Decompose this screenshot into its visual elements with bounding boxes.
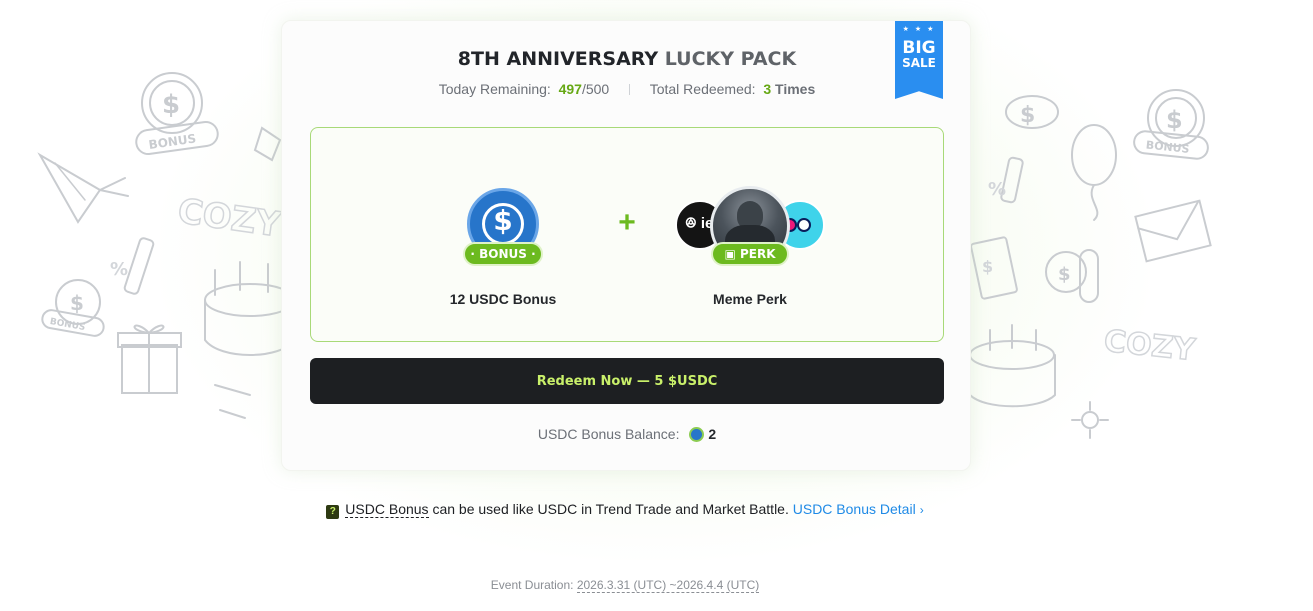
svg-text:$: $ [162,90,180,120]
remaining-total: /500 [581,81,610,97]
redeemed-value: 3 [763,81,772,97]
remaining-label: Today Remaining: [438,81,551,97]
coin-bonus-icon: $ [1045,249,1099,303]
redeemed-unit: Times [775,81,816,97]
percent-tag-icon: % [988,156,1024,204]
svg-text:%: % [110,259,128,280]
duration-dates: 2026.3.31 (UTC) ~2026.4.4 (UTC) [576,578,760,593]
bonus-coin-icon: $ BONUS [41,279,105,337]
lucky-pack-card: ★ ★ ★ BIG SALE 8TH ANNIVERSARY LUCKY PAC… [281,20,971,471]
usdc-bonus-detail-link[interactable]: USDC Bonus Detail [793,501,916,517]
balloon-icon [1071,124,1117,221]
balance-label: USDC Bonus Balance: [537,426,680,442]
redeem-button[interactable]: Redeem Now — 5 $USDC [310,358,944,404]
usdc-bonus-coin-icon [689,427,705,442]
usdc-bonus-note: ? USDC Bonus can be used like USDC in Tre… [0,501,1250,519]
usdc-bonus-term[interactable]: USDC Bonus [345,501,429,518]
reward-box: $ · BONUS · 12 USDC Bonus + ꔮ ie ▣ PERK … [310,127,944,342]
page-title: 8TH ANNIVERSARY LUCKY PACK [282,48,972,70]
reward-label-meme-perk: Meme Perk [713,291,787,307]
ribbon-stars-icon: ★ ★ ★ [902,26,936,33]
dollar-cloud-icon: $ [1005,95,1059,129]
balance-value: 2 [708,426,717,442]
redeemed-label: Total Redeemed: [649,81,756,97]
cozy-text-doodle: COZY [1102,323,1199,369]
card-icon: $ [970,236,1018,300]
help-icon: ? [326,505,340,519]
svg-text:$: $ [1020,103,1035,128]
svg-text:$: $ [1166,106,1183,134]
cozy-text-doodle: COZY [175,191,285,247]
event-duration: Event Duration: 2026.3.31 (UTC) ~2026.4.… [0,578,1250,593]
svg-text:$: $ [1058,264,1071,285]
envelope-icon [1134,199,1212,263]
bonus-badge: · BONUS · [463,242,543,266]
svg-text:$: $ [70,291,84,315]
bonus-coin-icon: $ BONUS [1133,89,1209,160]
svg-text:$: $ [982,257,993,276]
svg-text:%: % [988,179,1006,200]
perk-badge-label: PERK [739,247,776,261]
note-text: can be used like USDC in Trend Trade and… [428,501,793,517]
avatar-eye-icon [797,218,811,232]
remaining-value: 497 [558,81,582,97]
perk-badge: ▣ PERK [711,242,789,266]
gift-box-icon [117,324,182,394]
svg-text:COZY: COZY [175,191,283,245]
reward-label-usdc-bonus: 12 USDC Bonus [449,291,557,307]
title-main: 8TH ANNIVERSARY [457,48,659,70]
plus-icon: + [618,206,636,239]
dollar-tag-icon [214,126,282,419]
stats-divider [629,84,631,95]
pack-stats: Today Remaining: 497/500 Total Redeemed:… [282,81,972,97]
title-accent: LUCKY PACK [664,48,797,70]
cake-icon [969,324,1056,408]
percent-tag-icon: % [110,237,155,295]
chevron-right-icon[interactable]: › [920,503,924,517]
svg-text:COZY: COZY [1102,324,1197,368]
duration-label: Event Duration: [490,578,577,592]
bonus-coin-icon: $ BONUS [135,72,219,156]
sparkle-icon [1071,401,1109,439]
gift-icon: ▣ [724,247,740,261]
party-hat-icon [37,152,129,224]
dollar-sign-icon: $ [493,204,513,237]
usdc-bonus-balance: USDC Bonus Balance: 2 [282,426,972,442]
